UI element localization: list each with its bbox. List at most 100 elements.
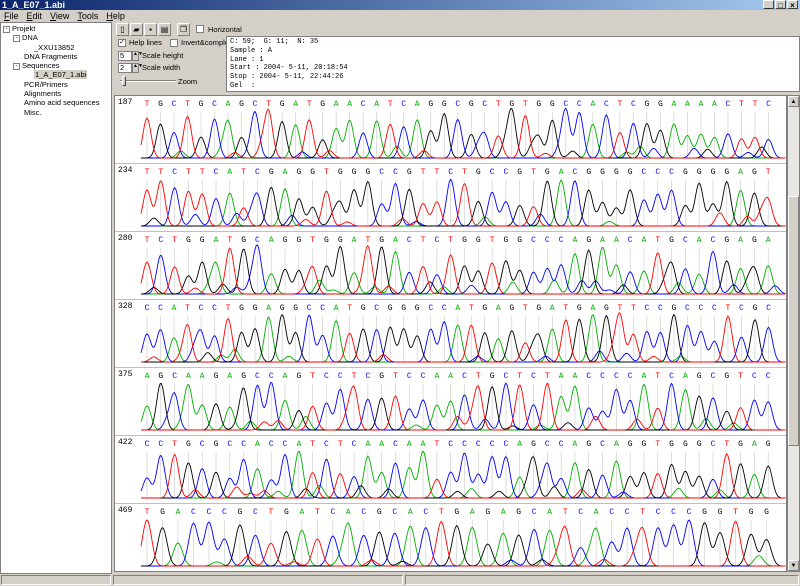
base-call: A <box>379 440 384 449</box>
help-lines-checkbox[interactable]: ✓ <box>118 39 126 48</box>
trace-curve-A <box>141 450 786 499</box>
tree-node[interactable]: Alignments <box>1 89 111 98</box>
maximize-icon[interactable]: □ <box>775 0 786 10</box>
base-call: T <box>531 168 536 177</box>
invert-complement-checkbox[interactable] <box>170 39 179 48</box>
base-call: G <box>604 304 609 313</box>
base-call: T <box>726 304 731 313</box>
base-call: G <box>516 508 521 517</box>
tree-node-label: 1_A_E07_1.abi <box>34 70 88 80</box>
base-call: G <box>644 100 649 109</box>
base-call: C <box>600 372 605 381</box>
horizontal-checkbox[interactable] <box>196 25 204 33</box>
base-call: A <box>299 508 304 517</box>
base-call: C <box>227 440 232 449</box>
tree-node[interactable]: DNA Fragments <box>1 52 111 61</box>
base-call: A <box>699 100 704 109</box>
base-call: A <box>374 100 379 109</box>
tree-expander-icon[interactable]: - <box>3 25 10 33</box>
base-call: G <box>296 168 301 177</box>
base-call: A <box>434 372 439 381</box>
new-file-icon[interactable]: ▯ <box>116 22 129 36</box>
base-call: A <box>697 236 702 245</box>
tree-node[interactable]: _XXU13852 <box>1 43 111 52</box>
base-call: G <box>752 168 757 177</box>
menu-file[interactable]: File <box>4 10 19 22</box>
menu-tools[interactable]: Tools <box>77 10 98 22</box>
tree-node-label: Misc. <box>24 107 42 117</box>
menu-edit[interactable]: Edit <box>27 10 43 22</box>
tree-expander-icon[interactable]: - <box>13 62 20 70</box>
base-call: G <box>469 100 474 109</box>
base-call: A <box>501 508 506 517</box>
base-call: C <box>442 304 447 313</box>
base-call: T <box>172 440 177 449</box>
base-call: C <box>766 100 771 109</box>
base-call: G <box>320 100 325 109</box>
tree-node[interactable]: - Sequences <box>1 61 111 70</box>
base-call: C <box>726 100 731 109</box>
base-call: A <box>573 236 578 245</box>
base-call: G <box>509 304 514 313</box>
tree-node[interactable]: Misc. <box>1 108 111 117</box>
scale-width-input[interactable]: 2 <box>118 63 132 74</box>
base-call: C <box>559 440 564 449</box>
scroll-down-icon[interactable]: ▼ <box>788 560 799 571</box>
base-call: C <box>361 100 366 109</box>
save-icon[interactable]: ▪ <box>144 22 157 36</box>
tree-expander-icon[interactable]: - <box>13 34 20 42</box>
copy-icon[interactable]: ❐ <box>177 22 190 36</box>
open-folder-icon[interactable]: ▰ <box>130 22 143 36</box>
base-call: G <box>586 440 591 449</box>
vertical-scrollbar[interactable]: ▲ ▼ <box>787 95 800 572</box>
trace-curve-C <box>140 452 786 499</box>
trace-curve-A <box>141 314 786 363</box>
base-call: T <box>315 508 320 517</box>
tree-node[interactable]: PCR/Primers <box>1 80 111 89</box>
scale-width-spinner[interactable]: ▲▼ <box>132 63 143 74</box>
scroll-up-icon[interactable]: ▲ <box>788 96 799 107</box>
base-call: C <box>222 508 227 517</box>
base-call: G <box>517 168 522 177</box>
base-call: C <box>407 236 412 245</box>
base-call: T <box>421 168 426 177</box>
base-call: C <box>320 304 325 313</box>
print-icon[interactable]: ▤ <box>158 22 171 36</box>
tree-node[interactable]: Amino acid sequences <box>1 98 111 107</box>
base-call: G <box>752 236 757 245</box>
base-call: T <box>145 508 150 517</box>
zoom-slider[interactable]: Zoom <box>118 76 218 86</box>
chromatogram-view[interactable]: TGCTGCAGCTGATGAACATCAGGCGCTGTGGCCACTCGGA… <box>114 95 787 572</box>
tree-node[interactable]: - DNA <box>1 33 111 42</box>
base-call: T <box>545 372 550 381</box>
base-call: A <box>766 236 771 245</box>
base-call: C <box>324 440 329 449</box>
close-icon[interactable]: × <box>787 0 798 10</box>
base-call: A <box>346 508 351 517</box>
trace-curve-G <box>141 313 786 363</box>
base-call: A <box>172 304 177 313</box>
base-call: T <box>640 508 645 517</box>
scale-height-input[interactable]: 5 <box>118 51 132 62</box>
base-call: C <box>255 236 260 245</box>
project-tree[interactable]: - Projekt - DNA _XXU13852 DNA Fragments - Seque… <box>0 22 112 574</box>
scale-height-spinner[interactable]: ▲▼ <box>132 51 143 62</box>
base-call: T <box>421 236 426 245</box>
help-lines-label: Help lines <box>129 38 162 47</box>
base-call: C <box>392 508 397 517</box>
tree-node[interactable]: 1_A_E07_1.abi <box>1 70 111 80</box>
tree-node[interactable]: - Projekt <box>1 24 111 33</box>
scroll-thumb[interactable] <box>788 196 799 446</box>
base-call: G <box>536 100 541 109</box>
base-call: A <box>296 440 301 449</box>
base-call: C <box>172 100 177 109</box>
base-call: T <box>226 304 231 313</box>
trace-curve-G <box>141 456 786 499</box>
base-call: A <box>186 372 191 381</box>
base-call: C <box>158 304 163 313</box>
menu-help[interactable]: Help <box>106 10 125 22</box>
base-call: C <box>642 168 647 177</box>
minimize-icon[interactable]: _ <box>763 0 774 10</box>
base-call: G <box>504 236 509 245</box>
menu-view[interactable]: View <box>50 10 69 22</box>
